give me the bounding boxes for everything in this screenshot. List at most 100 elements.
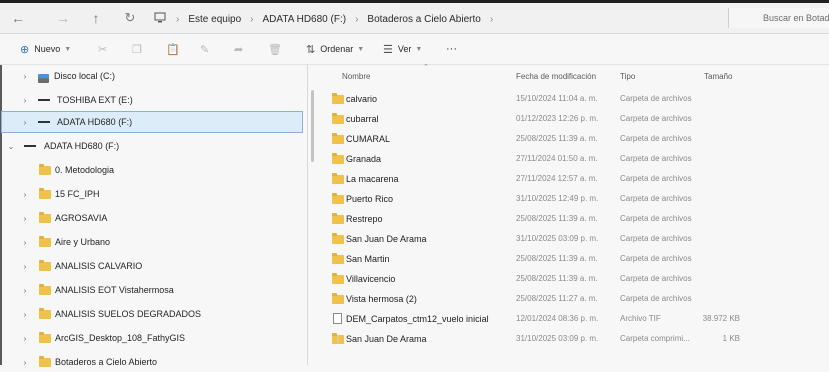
sidebar-item-label: ADATA HD680 (F:) bbox=[44, 141, 120, 151]
sidebar-item-label: Botaderos a Cielo Abierto bbox=[55, 357, 158, 367]
new-label: Nuevo bbox=[34, 44, 61, 54]
sidebar-item-folder[interactable]: › ArcGIS_Desktop_108_FathyGIS bbox=[2, 328, 302, 348]
sidebar-item-folder[interactable]: 0. Metodologia bbox=[2, 160, 302, 180]
sidebar-item-folder[interactable]: › Botaderos a Cielo Abierto bbox=[2, 352, 302, 372]
chevron-right-icon[interactable]: › bbox=[20, 262, 30, 271]
file-row[interactable]: Puerto Rico 31/10/2025 12:49 p. m. Carpe… bbox=[330, 190, 810, 210]
file-row[interactable]: San Juan De Arama 31/10/2025 03:09 p. m.… bbox=[330, 330, 810, 350]
sidebar-item-folder[interactable]: › AGROSAVIA bbox=[2, 208, 302, 228]
chevron-right-icon: › bbox=[355, 13, 359, 25]
new-button[interactable]: ⊕ Nuevo ▼ bbox=[20, 41, 71, 57]
arrow-left-icon[interactable]: ← bbox=[10, 10, 26, 26]
file-name: cubarral bbox=[346, 114, 379, 124]
more-button[interactable]: ··· bbox=[446, 41, 457, 57]
chevron-down-icon: ▼ bbox=[415, 45, 423, 53]
breadcrumb-item-drive[interactable]: ADATA HD680 (F:) bbox=[263, 14, 347, 25]
zip-folder-icon bbox=[332, 333, 344, 344]
file-row[interactable]: San Martin 25/08/2025 11:39 a. m. Carpet… bbox=[330, 250, 810, 270]
folder-icon bbox=[332, 293, 344, 304]
file-row[interactable]: calvario 15/10/2024 11:04 a. m. Carpeta … bbox=[330, 90, 810, 110]
file-size: 38.972 KB bbox=[702, 314, 740, 323]
file-row[interactable]: La macarena 27/11/2024 12:57 a. m. Carpe… bbox=[330, 170, 810, 190]
chevron-right-icon[interactable]: › bbox=[20, 310, 30, 319]
sidebar-item-toshiba[interactable]: › TOSHIBA EXT (E:) bbox=[2, 90, 302, 110]
file-date: 25/08/2025 11:39 a. m. bbox=[516, 134, 598, 143]
file-row[interactable]: San Juan De Arama 31/10/2025 03:09 p. m.… bbox=[330, 230, 810, 250]
chevron-right-icon[interactable]: › bbox=[20, 286, 30, 295]
sidebar-item-folder[interactable]: › 15 FC_IPH bbox=[2, 184, 302, 204]
file-size: 1 KB bbox=[722, 334, 740, 343]
sidebar-item-folder[interactable]: › ANALISIS CALVARIO bbox=[2, 256, 302, 276]
chevron-right-icon[interactable]: › bbox=[20, 334, 30, 343]
file-type: Carpeta de archivos bbox=[620, 154, 692, 163]
chevron-right-icon[interactable]: › bbox=[20, 96, 30, 105]
sidebar-item-label: ANALISIS EOT Vistahermosa bbox=[55, 285, 174, 295]
file-date: 31/10/2025 03:09 p. m. bbox=[516, 334, 599, 343]
breadcrumb-item-folder[interactable]: Botaderos a Cielo Abierto bbox=[367, 14, 480, 25]
sidebar-item-folder[interactable]: › Aire y Urbano bbox=[2, 232, 302, 252]
view-button[interactable]: ☰ Ver ▼ bbox=[383, 41, 422, 57]
breadcrumb: › Este equipo › ADATA HD680 (F:) › Botad… bbox=[176, 11, 502, 27]
file-row[interactable]: Granada 27/11/2024 01:50 a. m. Carpeta d… bbox=[330, 150, 810, 170]
chevron-right-icon[interactable]: › bbox=[20, 358, 30, 367]
column-header-type[interactable]: Tipo bbox=[620, 72, 635, 81]
file-date: 31/10/2025 03:09 p. m. bbox=[516, 234, 599, 243]
folder-icon bbox=[332, 153, 344, 164]
folder-icon bbox=[332, 133, 344, 144]
file-row[interactable]: CUMARAL 25/08/2025 11:39 a. m. Carpeta d… bbox=[330, 130, 810, 150]
sidebar-item-label: AGROSAVIA bbox=[55, 213, 108, 223]
file-date: 27/11/2024 12:57 a. m. bbox=[516, 174, 598, 183]
chevron-right-icon[interactable]: › bbox=[490, 14, 493, 25]
folder-icon bbox=[39, 356, 51, 367]
sidebar-item-adata-selected[interactable]: › ADATA HD680 (F:) bbox=[1, 111, 303, 133]
column-header-date[interactable]: Fecha de modificación bbox=[516, 72, 596, 81]
scrollbar-thumb[interactable] bbox=[311, 90, 314, 162]
refresh-icon[interactable]: ↻ bbox=[122, 10, 138, 26]
chevron-right-icon: › bbox=[176, 13, 180, 25]
chevron-down-icon: ▼ bbox=[357, 45, 365, 53]
rename-button[interactable]: ✎ bbox=[200, 41, 214, 57]
copy-button[interactable]: ❐ bbox=[132, 41, 147, 57]
arrow-right-icon[interactable]: → bbox=[55, 10, 71, 26]
breadcrumb-item-this-pc[interactable]: Este equipo bbox=[188, 14, 241, 25]
sidebar-item-disco-local[interactable]: › Disco local (C:) bbox=[2, 66, 302, 86]
chevron-right-icon[interactable]: › bbox=[20, 118, 30, 127]
sidebar-item-folder[interactable]: › ANALISIS SUELOS DEGRADADOS bbox=[2, 304, 302, 324]
chevron-right-icon[interactable]: › bbox=[20, 214, 30, 223]
file-row[interactable]: cubarral 01/12/2023 12:26 p. m. Carpeta … bbox=[330, 110, 810, 130]
file-date: 25/08/2025 11:39 a. m. bbox=[516, 274, 598, 283]
file-row[interactable]: DEM_Carpatos_ctm12_vuelo inicial 12/01/2… bbox=[330, 310, 810, 330]
file-row[interactable]: Restrepo 25/08/2025 11:39 a. m. Carpeta … bbox=[330, 210, 810, 230]
scissors-icon: ✂ bbox=[98, 43, 108, 56]
column-header-size[interactable]: Tamaño bbox=[704, 72, 732, 81]
folder-icon bbox=[332, 233, 344, 244]
column-header-name[interactable]: Nombre bbox=[342, 72, 370, 81]
share-button[interactable]: ➦ bbox=[234, 41, 248, 57]
trash-icon: 🗑 bbox=[268, 43, 282, 56]
chevron-right-icon[interactable]: › bbox=[20, 72, 30, 81]
drive-icon bbox=[24, 136, 36, 147]
file-date: 27/11/2024 01:50 a. m. bbox=[516, 154, 598, 163]
sidebar-item-adata-expanded[interactable]: ⌄ ADATA HD680 (F:) bbox=[2, 136, 302, 156]
chevron-down-icon[interactable]: ⌄ bbox=[6, 142, 16, 151]
pane-divider[interactable] bbox=[307, 64, 308, 365]
cut-button[interactable]: ✂ bbox=[98, 41, 112, 57]
folder-icon bbox=[332, 253, 344, 264]
folder-icon bbox=[39, 284, 51, 295]
file-name: CUMARAL bbox=[346, 134, 391, 144]
sidebar-item-folder[interactable]: › ANALISIS EOT Vistahermosa bbox=[2, 280, 302, 300]
chevron-right-icon[interactable]: › bbox=[20, 238, 30, 247]
this-pc-icon[interactable] bbox=[152, 10, 168, 26]
file-row[interactable]: Vista hermosa (2) 25/08/2025 11:27 a. m.… bbox=[330, 290, 810, 310]
file-name: Puerto Rico bbox=[346, 194, 394, 204]
search-input[interactable]: Buscar en Botaderos a Cielo Abierto bbox=[728, 8, 829, 28]
chevron-right-icon[interactable]: › bbox=[20, 190, 30, 199]
paste-button[interactable]: 📋 bbox=[166, 41, 185, 57]
file-type: Carpeta de archivos bbox=[620, 174, 692, 183]
file-name: DEM_Carpatos_ctm12_vuelo inicial bbox=[346, 314, 489, 324]
file-row[interactable]: Villavicencio 25/08/2025 11:39 a. m. Car… bbox=[330, 270, 810, 290]
delete-button[interactable]: 🗑 bbox=[268, 41, 287, 57]
folder-icon bbox=[39, 260, 51, 271]
sort-button[interactable]: ⇅ Ordenar ▼ bbox=[306, 41, 364, 57]
arrow-up-icon[interactable]: ↑ bbox=[88, 10, 104, 26]
